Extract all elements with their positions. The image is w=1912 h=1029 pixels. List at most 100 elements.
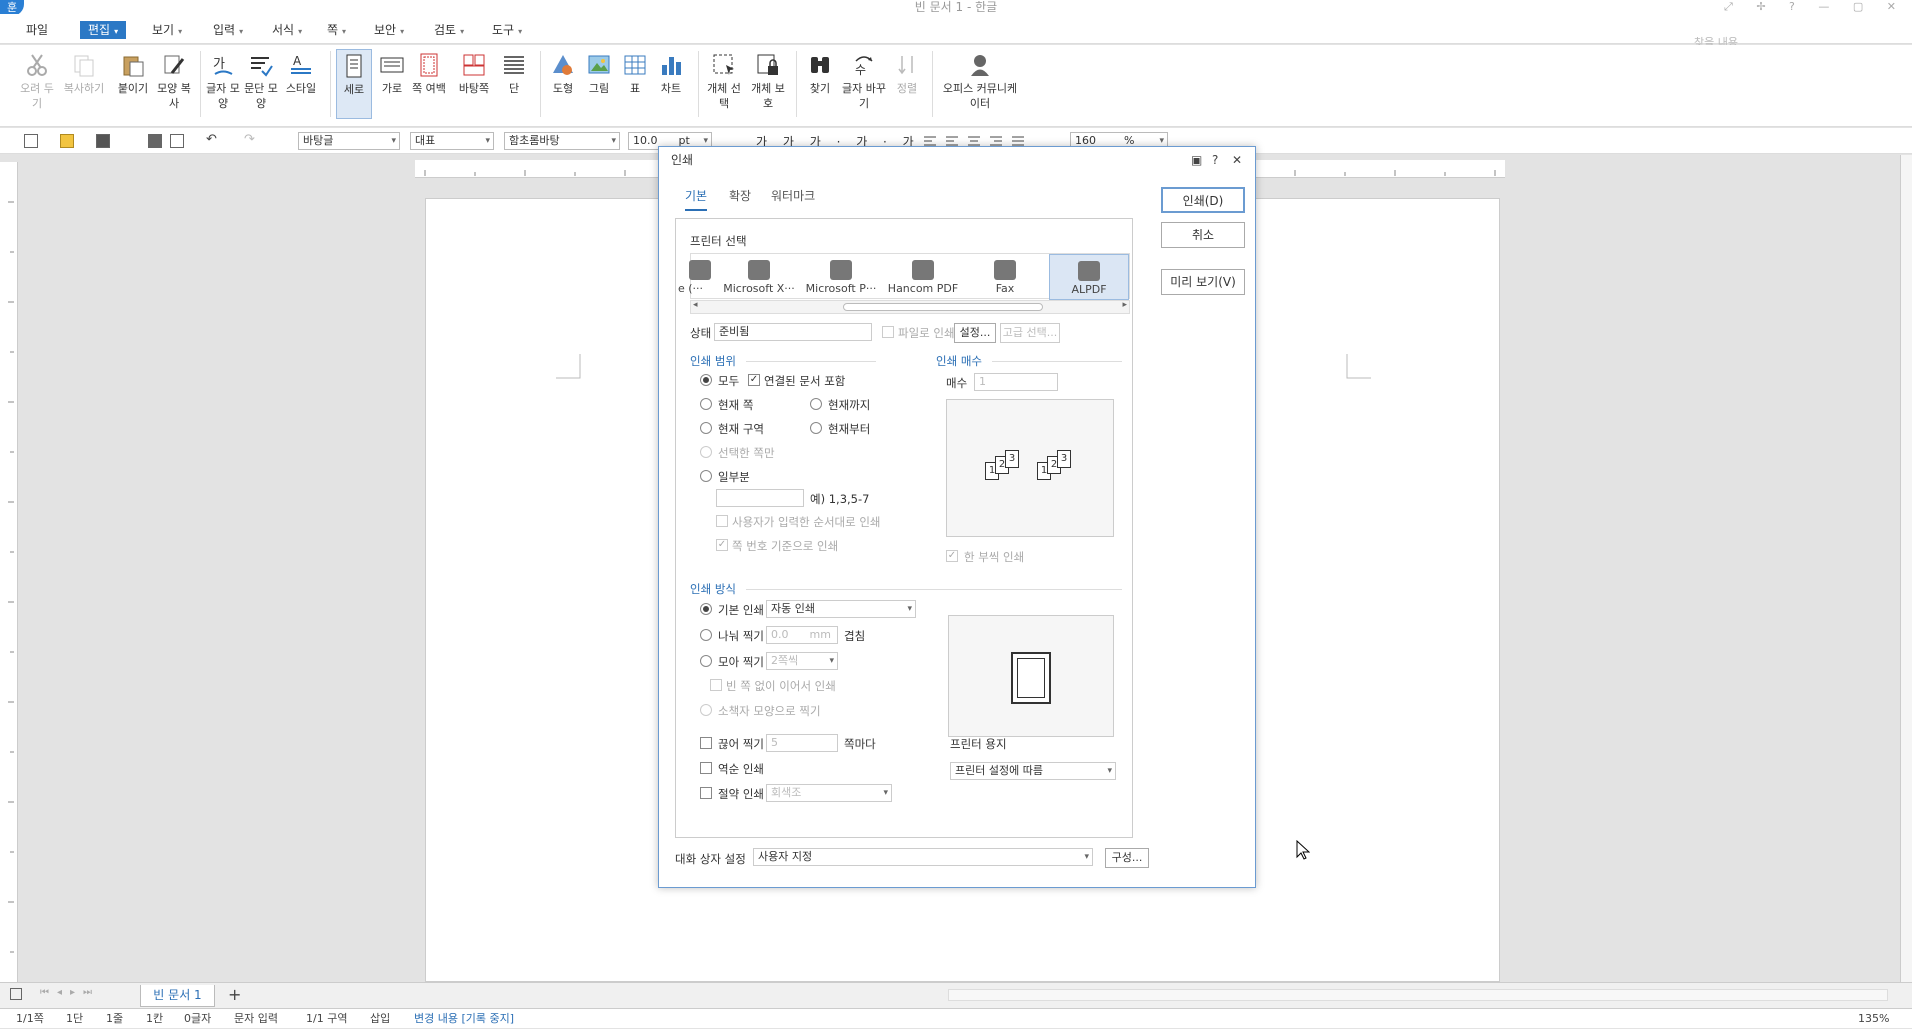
horizontal-scrollbar[interactable] <box>948 989 1888 1001</box>
save-print-select[interactable]: 회색조 ▾ <box>766 784 892 802</box>
scroll-left-icon[interactable]: ◂ <box>693 300 698 310</box>
window-controls[interactable]: ⤢ ✢ ? — ▢ ✕ <box>1724 0 1906 14</box>
booklet-radio[interactable] <box>700 704 712 716</box>
char-shape-button[interactable]: 가 글자 모양 <box>206 49 240 111</box>
collate-checkbox[interactable]: ✓ <box>946 550 958 562</box>
menu-review[interactable]: 검토 ▾ <box>430 21 468 39</box>
range-current-section-radio[interactable] <box>700 422 712 434</box>
help-icon[interactable]: ? <box>1212 153 1218 167</box>
method-split-radio[interactable] <box>700 629 712 641</box>
shape-button[interactable]: 도형 <box>546 49 580 96</box>
preview-icon[interactable] <box>170 134 184 148</box>
tab-list-icon[interactable] <box>10 988 22 1000</box>
print-icon[interactable] <box>148 134 162 148</box>
add-tab-button[interactable]: + <box>228 985 241 1004</box>
menu-page[interactable]: 쪽 ▾ <box>323 21 350 39</box>
copy-button[interactable]: 복사하기 <box>60 49 108 96</box>
config-button[interactable]: 구성... <box>1105 848 1149 868</box>
cut-print-input[interactable]: 5 <box>766 734 838 752</box>
print-button[interactable]: 인쇄(D) <box>1161 187 1245 213</box>
range-from-current-radio[interactable] <box>810 422 822 434</box>
range-until-current-radio[interactable] <box>810 398 822 410</box>
no-blank-checkbox[interactable] <box>710 679 722 691</box>
menu-edit[interactable]: 편집 ▾ <box>80 21 127 39</box>
select-object-button[interactable]: 개체 선택 <box>704 49 744 111</box>
office-communicator-button[interactable]: 오피스 커뮤니케이터 <box>940 49 1020 111</box>
page-margin-button[interactable]: 쪽 여백 <box>412 49 446 96</box>
include-linked-checkbox[interactable]: ✓ <box>748 374 760 386</box>
redo-icon[interactable]: ↷ <box>244 132 255 147</box>
cancel-button[interactable]: 취소 <box>1161 222 1245 248</box>
cut-print-checkbox[interactable] <box>700 737 712 749</box>
dialog-settings-select[interactable]: 사용자 지정 ▾ <box>753 848 1093 866</box>
menu-file[interactable]: 파일 <box>22 21 52 39</box>
split-value-input[interactable]: 0.0 mm <box>766 626 838 644</box>
method-basic-select[interactable]: 자동 인쇄 ▾ <box>766 600 916 618</box>
master-page-button[interactable]: 바탕쪽 <box>452 49 496 96</box>
chart-button[interactable]: 차트 <box>654 49 688 96</box>
tab-extended[interactable]: 확장 <box>729 187 751 204</box>
close-icon[interactable]: ✕ <box>1232 153 1242 167</box>
advanced-button[interactable]: 고급 선택... <box>1000 323 1060 343</box>
paste-button[interactable]: 붙이기 <box>114 49 152 96</box>
printer-item[interactable]: Hancom PDF <box>883 254 963 300</box>
range-partial-radio[interactable] <box>700 470 712 482</box>
user-order-checkbox[interactable] <box>716 515 728 527</box>
preview-button[interactable]: 미리 보기(V) <box>1161 269 1245 295</box>
printer-item[interactable]: e (··· <box>651 254 711 300</box>
style-select[interactable]: 바탕글 <box>298 132 400 150</box>
tab-nav-arrows[interactable]: ⏮◂▸⏭ <box>40 987 100 998</box>
protect-object-button[interactable]: 개체 보호 <box>748 49 788 111</box>
style-button[interactable]: A 스타일 <box>282 49 320 96</box>
find-button[interactable]: 찾기 <box>802 49 838 96</box>
para-shape-button[interactable]: 문단 모양 <box>244 49 278 111</box>
scroll-right-icon[interactable]: ▸ <box>1122 300 1127 310</box>
paper-select[interactable]: 프린터 설정에 따름 ▾ <box>950 762 1116 780</box>
table-button[interactable]: 표 <box>618 49 652 96</box>
menu-view[interactable]: 보기 ▾ <box>148 21 186 39</box>
menu-security[interactable]: 보안 ▾ <box>370 21 408 39</box>
settings-button[interactable]: 설정... <box>954 323 996 343</box>
tab-watermark[interactable]: 워터마크 <box>771 187 815 204</box>
copies-input[interactable]: 1 <box>974 373 1058 391</box>
save-icon[interactable] <box>96 134 110 148</box>
dialog-collapse-icon[interactable]: ▣ <box>1191 153 1202 167</box>
undo-icon[interactable]: ↶ <box>206 132 217 147</box>
vertical-ruler[interactable] <box>0 162 18 982</box>
landscape-button[interactable]: 가로 <box>376 49 408 96</box>
print-to-file-checkbox[interactable] <box>882 326 894 338</box>
range-current-page-radio[interactable] <box>700 398 712 410</box>
range-all-radio[interactable] <box>700 374 712 386</box>
method-gather-radio[interactable] <box>700 655 712 667</box>
sort-button[interactable]: 정렬 <box>890 49 924 96</box>
new-doc-icon[interactable] <box>24 134 38 148</box>
vertical-scrollbar[interactable] <box>1900 155 1912 982</box>
font-select[interactable]: 함초롬바탕 <box>504 132 620 150</box>
page-number-checkbox[interactable]: ✓ <box>716 539 728 551</box>
portrait-button[interactable]: 세로 <box>336 49 372 119</box>
columns-button[interactable]: 단 <box>500 49 528 96</box>
para-style-select[interactable]: 대표 <box>410 132 494 150</box>
cut-button[interactable]: 오려 두기 <box>20 49 54 111</box>
format-painter-button[interactable]: 모양 복사 <box>157 49 191 111</box>
printer-scrollbar[interactable]: ◂ ▸ <box>690 300 1130 314</box>
menu-format[interactable]: 서식 ▾ <box>268 21 306 39</box>
printer-item-selected[interactable]: ALPDF <box>1049 254 1129 300</box>
status-zoom[interactable]: 135% <box>1858 1009 1889 1029</box>
method-basic-radio[interactable] <box>700 603 712 615</box>
reverse-print-checkbox[interactable] <box>700 762 712 774</box>
replace-button[interactable]: 수 글자 바꾸기 <box>842 49 886 111</box>
status-insert[interactable]: 삽입 <box>370 1009 390 1029</box>
menu-insert[interactable]: 입력 ▾ <box>209 21 247 39</box>
status-track-changes[interactable]: 변경 내용 [기록 중지] <box>414 1009 514 1029</box>
picture-button[interactable]: 그림 <box>582 49 616 96</box>
gather-select[interactable]: 2쪽씩 ▾ <box>766 652 838 670</box>
scroll-thumb[interactable] <box>843 303 1043 311</box>
printer-item[interactable]: Fax <box>965 254 1045 300</box>
printer-item[interactable]: Microsoft P··· <box>801 254 881 300</box>
menu-tools[interactable]: 도구 ▾ <box>488 21 526 39</box>
range-selected-radio[interactable] <box>700 446 712 458</box>
open-folder-icon[interactable] <box>60 134 74 148</box>
printer-item[interactable]: Microsoft X··· <box>719 254 799 300</box>
partial-range-input[interactable] <box>716 489 804 507</box>
